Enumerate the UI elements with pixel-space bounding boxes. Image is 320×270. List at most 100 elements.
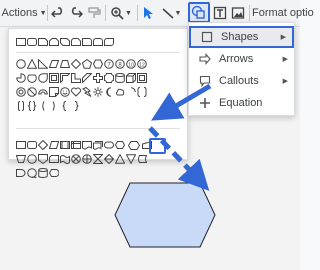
divider [16,128,180,129]
shape-triangle[interactable] [27,59,37,69]
hexagon-shape[interactable] [112,180,218,250]
shape-heart[interactable] [71,87,81,97]
flowchart-process[interactable] [16,140,26,150]
shape-can[interactable] [115,73,125,83]
shape-parallelogram[interactable] [49,59,59,69]
shape-trapezoid[interactable] [60,59,70,69]
shape-double-bracket[interactable] [137,87,147,97]
shape-rounded-rectangle[interactable] [27,37,37,47]
shape-hexagon-small[interactable] [93,59,103,69]
shape-round-diagonal[interactable] [104,37,114,47]
flowchart-row-1 [16,140,153,150]
shape-lightning-bolt[interactable] [82,87,92,97]
flowchart-magnetic-disk[interactable] [38,168,48,178]
shape-smiley-face[interactable] [60,87,70,97]
shape-snip-corner[interactable] [38,37,48,47]
shape-right-paren[interactable] [49,101,59,111]
menu-item-equation[interactable]: Equation [189,92,294,114]
flowchart-or[interactable] [82,154,92,164]
flowchart-multidocument[interactable] [93,140,103,150]
shape-teardrop[interactable] [38,73,48,83]
flowchart-terminator[interactable] [104,140,114,150]
actions-menu-button[interactable]: Actions ▼ [2,0,47,26]
shape-left-brace[interactable] [60,101,70,111]
shape-sun[interactable] [93,87,103,97]
shape-snip-same-side[interactable] [49,37,59,47]
selected-shape-highlight [149,138,166,154]
flowchart-merge[interactable] [126,154,136,164]
flowchart-display[interactable] [49,168,59,178]
flowchart-delay[interactable] [16,168,26,178]
flowchart-internal-storage[interactable] [71,140,81,150]
menu-item-shapes[interactable]: Shapes ▶ [189,26,294,48]
menu-item-arrows[interactable]: Arrows ▶ [189,48,294,70]
shape-block-arc[interactable] [38,87,48,97]
shape-round-same-side[interactable] [93,37,103,47]
flowchart-punched-tape[interactable] [60,154,70,164]
menu-item-callouts[interactable]: Callouts ▶ [189,70,294,92]
redo-button[interactable] [68,0,84,26]
shape-octagon[interactable]: 8 [115,59,125,69]
shape-arc[interactable] [126,87,136,97]
undo-icon [51,7,63,18]
shape-diamond[interactable] [71,59,81,69]
flowchart-stored-data[interactable] [137,154,147,164]
flowchart-preparation[interactable] [115,140,125,150]
flowchart-sort[interactable] [104,154,114,164]
flowchart-extract[interactable] [115,154,125,164]
select-tool-button[interactable] [140,0,156,26]
undo-button[interactable] [50,0,66,26]
flowchart-manual-operation[interactable] [16,154,26,164]
flowchart-decision[interactable] [38,140,48,150]
shape-diagonal-stripe[interactable] [82,73,92,83]
arrow-icon [199,53,211,65]
shape-round-snip[interactable] [71,37,81,47]
shape-right-brace[interactable] [71,101,81,111]
shape-l-shape[interactable] [71,73,81,83]
menu-item-label: Shapes [221,31,259,43]
shape-heptagon[interactable]: 7 [104,59,114,69]
zoom-button[interactable]: ▼ [108,0,134,26]
menu-item-label: Callouts [219,75,259,87]
line-icon [161,8,174,19]
shape-decagon[interactable]: 10 [126,59,136,69]
line-tool-button[interactable]: ▼ [158,0,184,26]
shape-left-paren[interactable] [38,101,48,111]
shape-cube[interactable] [126,73,136,83]
flowchart-preparation-hexagon[interactable] [126,140,141,150]
flowchart-offpage-connector[interactable] [38,154,48,164]
shape-snip-diagonal[interactable] [60,37,70,47]
shape-left-bracket[interactable] [16,101,26,111]
shape-ellipse[interactable] [16,59,26,69]
shape-folded-corner[interactable] [49,87,59,97]
flowchart-sequential-storage[interactable] [27,168,37,178]
shape-chord[interactable] [27,73,37,83]
shape-cloud[interactable] [115,87,125,97]
shape-bevel[interactable] [137,73,147,83]
flowchart-row-3 [16,168,60,178]
shape-no-symbol[interactable] [27,87,37,97]
flowchart-data[interactable] [49,140,59,150]
flowchart-summing-junction[interactable] [71,154,81,164]
shape-frame[interactable] [49,73,59,83]
shape-right-triangle[interactable] [38,59,48,69]
shape-dodecagon[interactable]: 12 [137,59,147,69]
flowchart-alternate-process[interactable] [27,140,37,150]
shape-pie[interactable] [16,73,26,83]
shape-donut[interactable] [16,87,26,97]
shape-round-corner[interactable] [82,37,92,47]
flowchart-document[interactable] [82,140,92,150]
shape-cross[interactable] [93,73,103,83]
flowchart-collate[interactable] [93,154,103,164]
shape-half-frame[interactable] [60,73,70,83]
shape-plaque[interactable] [104,73,114,83]
flowchart-card[interactable] [49,154,59,164]
paint-format-button[interactable] [86,0,102,26]
shape-rectangle[interactable] [16,37,26,47]
shape-brace[interactable] [27,101,37,111]
flowchart-predefined-process[interactable] [60,140,70,150]
shape-pentagon[interactable] [82,59,92,69]
shape-tool-button[interactable] [188,2,210,23]
shape-moon[interactable] [104,87,114,97]
flowchart-connector[interactable] [27,154,37,164]
